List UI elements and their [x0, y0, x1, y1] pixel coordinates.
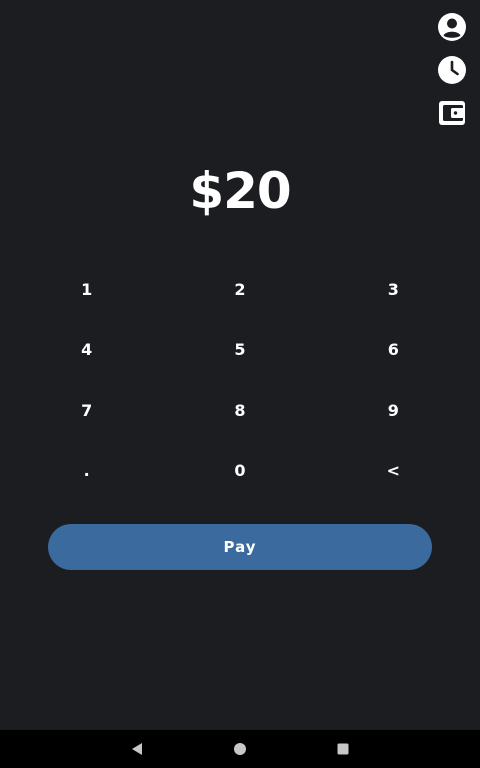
system-nav-bar — [0, 730, 480, 768]
wallet-icon[interactable] — [436, 98, 468, 128]
key-0[interactable]: 0 — [163, 441, 316, 502]
key-7[interactable]: 7 — [10, 380, 163, 441]
top-icon-column — [436, 12, 468, 128]
account-icon[interactable] — [436, 12, 468, 42]
key-9[interactable]: 9 — [317, 380, 470, 441]
key-6[interactable]: 6 — [317, 320, 470, 381]
key-decimal[interactable]: . — [10, 441, 163, 502]
key-5[interactable]: 5 — [163, 320, 316, 381]
payment-screen: $20 1 2 3 4 5 6 7 8 9 . 0 < Pay — [0, 0, 480, 730]
amount-display: $20 — [189, 162, 291, 220]
key-2[interactable]: 2 — [163, 259, 316, 320]
key-8[interactable]: 8 — [163, 380, 316, 441]
key-3[interactable]: 3 — [317, 259, 470, 320]
keypad: 1 2 3 4 5 6 7 8 9 . 0 < — [10, 259, 470, 501]
clock-icon[interactable] — [436, 55, 468, 85]
recents-icon[interactable] — [323, 730, 363, 768]
key-backspace[interactable]: < — [317, 441, 470, 502]
home-icon[interactable] — [220, 730, 260, 768]
key-1[interactable]: 1 — [10, 259, 163, 320]
back-icon[interactable] — [117, 730, 157, 768]
pay-button[interactable]: Pay — [48, 524, 432, 570]
key-4[interactable]: 4 — [10, 320, 163, 381]
